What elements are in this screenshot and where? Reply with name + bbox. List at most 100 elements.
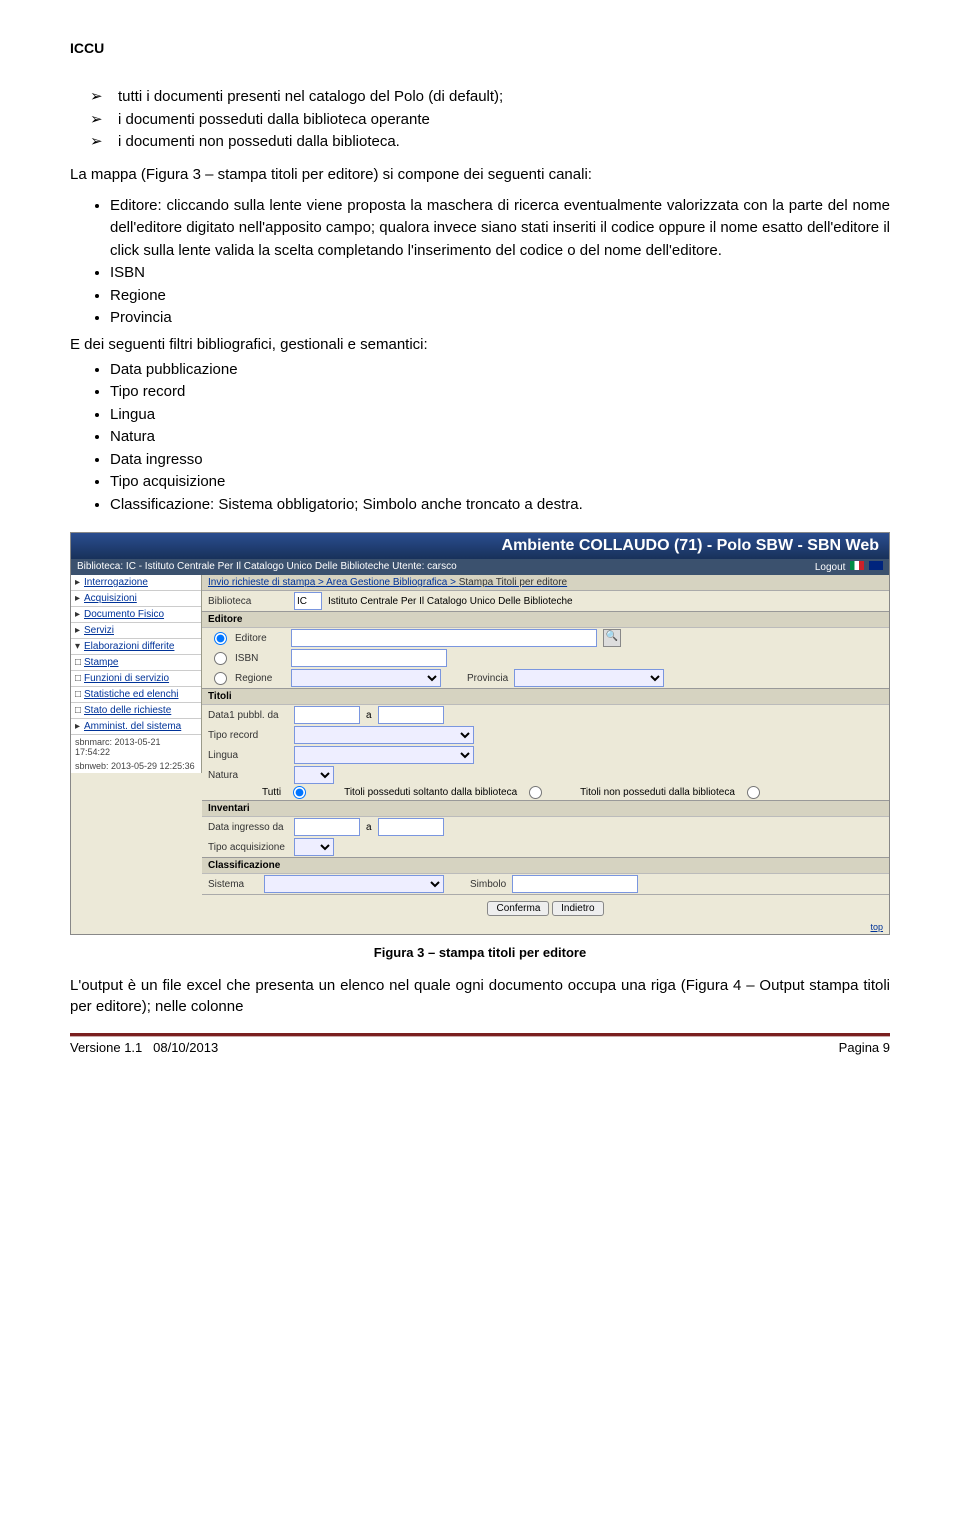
sidebar-item-amminist[interactable]: ▸Amminist. del sistema <box>71 719 201 735</box>
body-text: tutti i documenti presenti nel catalogo … <box>70 86 890 516</box>
crumb-a[interactable]: Invio richieste di stampa <box>208 577 315 588</box>
logout-link[interactable]: Logout <box>815 562 846 573</box>
filter-item: Lingua <box>110 404 890 427</box>
crumb-b[interactable]: Area Gestione Bibliografica <box>326 577 447 588</box>
select-natura[interactable] <box>294 766 334 784</box>
label-a2: a <box>366 822 372 833</box>
sidebar-item-stampe[interactable]: □Stampe <box>71 655 201 671</box>
label-filt-tutti: Tutti <box>262 787 281 798</box>
sidebar-item-statistiche[interactable]: □Statistiche ed elenchi <box>71 687 201 703</box>
sidebar-item-funzioni[interactable]: □Funzioni di servizio <box>71 671 201 687</box>
label-isbn: ISBN <box>235 653 285 664</box>
arrow-list: tutti i documenti presenti nel catalogo … <box>70 86 890 154</box>
input-simbolo[interactable] <box>512 875 638 893</box>
sidebar-time-sbnmarc: sbnmarc: 2013-05-21 17:54:22 <box>71 735 201 759</box>
intro-para: La mappa (Figura 3 – stampa titoli per e… <box>70 164 890 185</box>
biblioteca-name: Istituto Centrale Per Il Catalogo Unico … <box>328 596 573 607</box>
label-biblioteca: Biblioteca <box>208 596 288 607</box>
label-filt-poss: Titoli posseduti soltanto dalla bibliote… <box>344 787 517 798</box>
app-screenshot: Ambiente COLLAUDO (71) - Polo SBW - SBN … <box>70 532 890 935</box>
select-lingua[interactable] <box>294 746 474 764</box>
radio-isbn[interactable] <box>214 652 227 665</box>
radio-filt-tutti[interactable] <box>293 786 306 799</box>
search-icon[interactable]: 🔍 <box>603 629 621 647</box>
select-regione[interactable] <box>291 669 441 687</box>
input-data-pubbl-da[interactable] <box>294 706 360 724</box>
select-tipo-acq[interactable] <box>294 838 334 856</box>
button-row: Conferma Indietro <box>202 894 889 922</box>
label-a: a <box>366 710 372 721</box>
radio-filt-non[interactable] <box>747 786 760 799</box>
radio-editore[interactable] <box>214 632 227 645</box>
label-regione: Regione <box>235 673 285 684</box>
sidebar: ▸Interrogazione ▸Acquisizioni ▸Documento… <box>71 575 202 773</box>
filter-item: Tipo record <box>110 381 890 404</box>
breadcrumb: Invio richieste di stampa > Area Gestion… <box>202 575 889 591</box>
arrow-item: i documenti non posseduti dalla bibliote… <box>110 131 890 154</box>
top-link[interactable]: top <box>202 922 889 934</box>
section-inventari: Inventari <box>202 800 889 817</box>
label-data-ingresso: Data ingresso da <box>208 822 288 833</box>
channel-item: Provincia <box>110 307 890 330</box>
flag-it-icon[interactable] <box>850 561 864 570</box>
label-tipo-record: Tipo record <box>208 730 288 741</box>
input-data-ingresso-da[interactable] <box>294 818 360 836</box>
sidebar-item-stato[interactable]: □Stato delle richieste <box>71 703 201 719</box>
header-org: ICCU <box>70 40 890 56</box>
sidebar-item-acquisizioni[interactable]: ▸Acquisizioni <box>71 591 201 607</box>
footer-page: Pagina 9 <box>839 1040 890 1055</box>
sidebar-item-elaborazioni[interactable]: ▾Elaborazioni differite <box>71 639 201 655</box>
input-editore[interactable] <box>291 629 597 647</box>
select-sistema[interactable] <box>264 875 444 893</box>
label-simbolo: Simbolo <box>470 879 506 890</box>
trailing-para: L'output è un file excel che presenta un… <box>70 975 890 1017</box>
app-subheader: Biblioteca: IC - Istituto Centrale Per I… <box>71 559 889 575</box>
section-titoli: Titoli <box>202 688 889 705</box>
select-provincia[interactable] <box>514 669 664 687</box>
flag-en-icon[interactable] <box>869 561 883 570</box>
label-data-pubbl: Data1 pubbl. da <box>208 710 288 721</box>
input-data-pubbl-a[interactable] <box>378 706 444 724</box>
filter-item: Data pubblicazione <box>110 359 890 382</box>
label-editore: Editore <box>235 633 285 644</box>
filter-item: Tipo acquisizione <box>110 471 890 494</box>
filter-item: Classificazione: Sistema obbligatorio; S… <box>110 494 890 517</box>
channel-list: Editore: cliccando sulla lente viene pro… <box>70 195 890 330</box>
arrow-item: tutti i documenti presenti nel catalogo … <box>110 86 890 109</box>
sidebar-time-sbnweb: sbnweb: 2013-05-29 12:25:36 <box>71 759 201 773</box>
footer: Versione 1.1 08/10/2013 Pagina 9 <box>70 1036 890 1055</box>
crumb-c: Stampa Titoli per editore <box>459 577 567 588</box>
filters-list: Data pubblicazione Tipo record Lingua Na… <box>70 359 890 517</box>
channel-item: ISBN <box>110 262 890 285</box>
radio-regione[interactable] <box>214 672 227 685</box>
select-tipo-record[interactable] <box>294 726 474 744</box>
filters-intro: E dei seguenti filtri bibliografici, ges… <box>70 334 890 355</box>
figure-caption: Figura 3 – stampa titoli per editore <box>70 945 890 960</box>
indietro-button[interactable]: Indietro <box>552 901 603 916</box>
input-data-ingresso-a[interactable] <box>378 818 444 836</box>
label-filt-non: Titoli non posseduti dalla biblioteca <box>580 787 735 798</box>
app-title: Ambiente COLLAUDO (71) - Polo SBW - SBN … <box>71 533 889 559</box>
conferma-button[interactable]: Conferma <box>487 901 549 916</box>
radio-filt-poss[interactable] <box>529 786 542 799</box>
label-provincia: Provincia <box>467 673 508 684</box>
channel-item: Editore: cliccando sulla lente viene pro… <box>110 195 890 263</box>
app-main: Invio richieste di stampa > Area Gestion… <box>202 575 889 934</box>
footer-date: 08/10/2013 <box>153 1040 218 1055</box>
sidebar-item-interrogazione[interactable]: ▸Interrogazione <box>71 575 201 591</box>
input-biblioteca-code[interactable] <box>294 592 322 610</box>
label-natura: Natura <box>208 770 288 781</box>
section-editore: Editore <box>202 611 889 628</box>
label-lingua: Lingua <box>208 750 288 761</box>
label-tipo-acq: Tipo acquisizione <box>208 842 288 853</box>
channel-item: Regione <box>110 285 890 308</box>
input-isbn[interactable] <box>291 649 447 667</box>
filter-item: Natura <box>110 426 890 449</box>
sidebar-item-documento-fisico[interactable]: ▸Documento Fisico <box>71 607 201 623</box>
app-subheader-left: Biblioteca: IC - Istituto Centrale Per I… <box>77 561 457 573</box>
sidebar-item-servizi[interactable]: ▸Servizi <box>71 623 201 639</box>
footer-version: Versione 1.1 <box>70 1040 142 1055</box>
filter-item: Data ingresso <box>110 449 890 472</box>
arrow-item: i documenti posseduti dalla biblioteca o… <box>110 109 890 132</box>
section-class: Classificazione <box>202 857 889 874</box>
